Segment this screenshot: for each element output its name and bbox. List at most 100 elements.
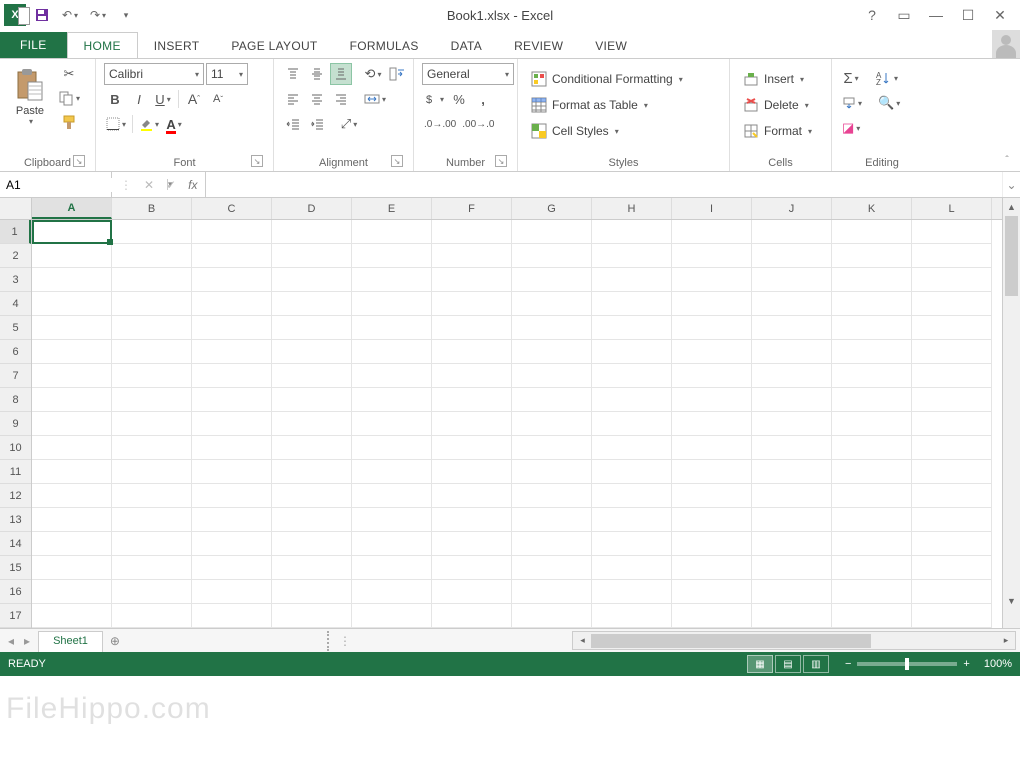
cell[interactable] (192, 604, 272, 628)
cell[interactable] (192, 364, 272, 388)
cell[interactable] (512, 484, 592, 508)
cell[interactable] (192, 292, 272, 316)
conditional-formatting-button[interactable]: Conditional Formatting▾ (526, 67, 687, 91)
cell[interactable] (432, 604, 512, 628)
decrease-indent-button[interactable] (282, 113, 304, 135)
cell[interactable] (112, 388, 192, 412)
cell[interactable] (272, 268, 352, 292)
cell[interactable] (32, 220, 112, 244)
cell[interactable] (592, 292, 672, 316)
cell[interactable] (192, 580, 272, 604)
cell[interactable] (832, 268, 912, 292)
col-header-J[interactable]: J (752, 198, 832, 219)
cell[interactable] (192, 532, 272, 556)
fill-button[interactable]: ▾ (840, 92, 864, 114)
cell[interactable] (352, 508, 432, 532)
format-as-table-button[interactable]: Format as Table▾ (526, 93, 652, 117)
cell[interactable] (752, 340, 832, 364)
cell[interactable] (752, 508, 832, 532)
comma-button[interactable]: , (472, 88, 494, 110)
cell[interactable] (432, 580, 512, 604)
cell[interactable] (512, 460, 592, 484)
cell[interactable] (432, 460, 512, 484)
clear-button[interactable]: ◪▾ (840, 117, 862, 139)
row-header-10[interactable]: 10 (0, 436, 31, 460)
row-header-6[interactable]: 6 (0, 340, 31, 364)
cell[interactable] (272, 460, 352, 484)
find-select-button[interactable]: 🔍▾ (876, 92, 902, 114)
cell[interactable] (32, 292, 112, 316)
cell[interactable] (432, 220, 512, 244)
tab-file[interactable]: FILE (0, 32, 67, 58)
cell[interactable] (752, 268, 832, 292)
cell[interactable] (112, 556, 192, 580)
cell[interactable] (672, 436, 752, 460)
cell[interactable] (272, 388, 352, 412)
cell[interactable] (112, 340, 192, 364)
cell[interactable] (32, 460, 112, 484)
cell[interactable] (272, 316, 352, 340)
cell[interactable] (752, 532, 832, 556)
cell[interactable] (32, 436, 112, 460)
orientation-angle-button[interactable]: ⤢▾ (338, 113, 360, 135)
cell[interactable] (672, 292, 752, 316)
cell-styles-button[interactable]: Cell Styles▾ (526, 119, 623, 143)
cell[interactable] (672, 556, 752, 580)
redo-button[interactable]: ↷▾ (86, 3, 110, 27)
close-button[interactable]: ✕ (990, 5, 1010, 25)
align-right-button[interactable] (330, 88, 352, 110)
zoom-in-button[interactable]: + (963, 658, 969, 670)
horizontal-scrollbar[interactable]: ◂ ▸ (572, 631, 1016, 650)
delete-cells-button[interactable]: Delete▾ (738, 93, 813, 117)
cell[interactable] (912, 484, 992, 508)
cell[interactable] (752, 316, 832, 340)
format-painter-button[interactable] (58, 111, 80, 133)
cell[interactable] (912, 220, 992, 244)
font-launcher[interactable]: ↘ (251, 155, 263, 167)
orientation-button[interactable]: ⟲▾ (362, 63, 384, 85)
cell[interactable] (912, 460, 992, 484)
tab-insert[interactable]: INSERT (138, 33, 216, 58)
decrease-font-button[interactable]: Aˇ (207, 88, 229, 110)
expand-formula-bar-button[interactable]: ⌄ (1002, 172, 1020, 197)
col-header-G[interactable]: G (512, 198, 592, 219)
cell[interactable] (752, 244, 832, 268)
number-launcher[interactable]: ↘ (495, 155, 507, 167)
cell[interactable] (832, 604, 912, 628)
italic-button[interactable]: I (128, 88, 150, 110)
cell[interactable] (192, 460, 272, 484)
col-header-L[interactable]: L (912, 198, 992, 219)
accounting-format-button[interactable]: $▾ (422, 88, 446, 110)
cell[interactable] (832, 412, 912, 436)
cell[interactable] (32, 244, 112, 268)
cell[interactable] (32, 388, 112, 412)
fx-label[interactable]: fx (188, 178, 197, 192)
cell[interactable] (592, 484, 672, 508)
cell[interactable] (352, 436, 432, 460)
cell[interactable] (32, 532, 112, 556)
cell[interactable] (432, 244, 512, 268)
cell[interactable] (112, 532, 192, 556)
row-header-15[interactable]: 15 (0, 556, 31, 580)
cell[interactable] (32, 340, 112, 364)
tab-page-layout[interactable]: PAGE LAYOUT (215, 33, 333, 58)
cell[interactable] (912, 292, 992, 316)
save-button[interactable] (30, 3, 54, 27)
font-size-combo[interactable]: 11▾ (206, 63, 248, 85)
cell[interactable] (272, 244, 352, 268)
cell[interactable] (512, 508, 592, 532)
cell[interactable] (432, 316, 512, 340)
sheet-nav-next[interactable]: ▸ (24, 634, 30, 648)
cell[interactable] (832, 292, 912, 316)
cell[interactable] (912, 268, 992, 292)
scroll-right-button[interactable]: ▸ (997, 635, 1015, 646)
merge-center-button[interactable]: ▾ (362, 88, 388, 110)
cell[interactable] (752, 412, 832, 436)
cell[interactable] (112, 292, 192, 316)
cell[interactable] (352, 316, 432, 340)
tab-home[interactable]: HOME (67, 32, 138, 59)
align-bottom-button[interactable] (330, 63, 352, 85)
cell[interactable] (832, 532, 912, 556)
zoom-thumb[interactable] (905, 658, 909, 670)
cell[interactable] (672, 532, 752, 556)
